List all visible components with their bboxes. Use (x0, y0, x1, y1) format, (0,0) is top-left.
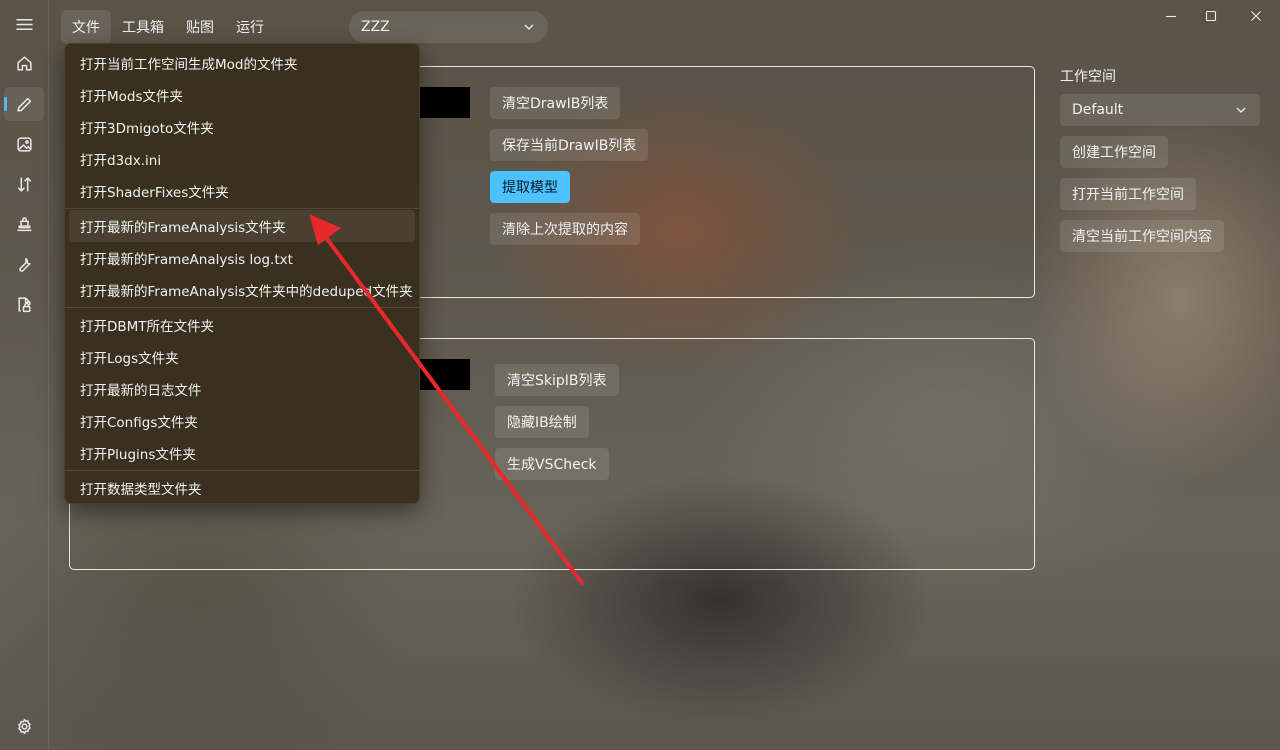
workspace-select[interactable]: Default (1060, 94, 1260, 126)
menu-file[interactable]: 文件 (61, 10, 111, 44)
nav-sort[interactable] (4, 167, 44, 201)
create-workspace-button[interactable]: 创建工作空间 (1060, 136, 1168, 168)
document-lock-icon (17, 296, 31, 312)
nav-stamp[interactable] (4, 207, 44, 241)
nav-texture[interactable] (4, 127, 44, 161)
skipib-list-box[interactable] (415, 359, 470, 390)
home-icon (16, 55, 32, 71)
menu-bar: 文件 工具箱 贴图 运行 (61, 10, 275, 44)
file-menu-dropdown: 打开当前工作空间生成Mod的文件夹 打开Mods文件夹 打开3Dmigoto文件… (64, 43, 420, 504)
nav-rail (0, 0, 49, 750)
menu-item-open-3dmigoto-folder[interactable]: 打开3Dmigoto文件夹 (69, 111, 415, 143)
clear-last-extract-button[interactable]: 清除上次提取的内容 (490, 213, 640, 245)
menu-separator (65, 208, 419, 209)
clear-workspace-button[interactable]: 清空当前工作空间内容 (1060, 220, 1224, 252)
menu-item-open-d3dx-ini[interactable]: 打开d3dx.ini (69, 143, 415, 175)
menu-item-open-logs-folder[interactable]: 打开Logs文件夹 (69, 341, 415, 373)
nav-tools[interactable] (4, 247, 44, 281)
menu-separator (65, 470, 419, 471)
workspace-label: 工作空间 (1060, 69, 1116, 85)
sort-icon (17, 176, 31, 192)
nav-protect[interactable] (4, 287, 44, 321)
menu-item-open-workspace-mod-folder[interactable]: 打开当前工作空间生成Mod的文件夹 (69, 47, 415, 79)
maximize-icon (1205, 10, 1217, 22)
extract-model-button[interactable]: 提取模型 (490, 171, 570, 203)
clear-drawib-button[interactable]: 清空DrawIB列表 (490, 87, 621, 119)
menu-run[interactable]: 运行 (225, 10, 275, 44)
menu-item-open-configs-folder[interactable]: 打开Configs文件夹 (69, 405, 415, 437)
chevron-down-icon (1235, 104, 1247, 120)
menu-item-open-latest-frameanalysis-log[interactable]: 打开最新的FrameAnalysis log.txt (69, 242, 415, 274)
pencil-icon (16, 97, 31, 112)
menu-item-open-latest-deduped-folder[interactable]: 打开最新的FrameAnalysis文件夹中的deduped文件夹 (69, 274, 415, 306)
gear-icon (17, 718, 31, 734)
menu-toggle-button[interactable] (4, 7, 44, 41)
menu-item-open-shaderfixes-folder[interactable]: 打开ShaderFixes文件夹 (69, 175, 415, 207)
maximize-button[interactable] (1188, 0, 1234, 32)
open-workspace-button[interactable]: 打开当前工作空间 (1060, 178, 1196, 210)
drawib-list-box[interactable] (415, 87, 470, 118)
chevron-down-icon (523, 21, 535, 37)
menu-toolbox[interactable]: 工具箱 (111, 10, 175, 44)
menu-item-open-latest-frameanalysis-folder[interactable]: 打开最新的FrameAnalysis文件夹 (69, 210, 415, 242)
nav-edit[interactable] (4, 87, 44, 121)
save-drawib-button[interactable]: 保存当前DrawIB列表 (490, 129, 649, 161)
stamp-icon (16, 216, 32, 231)
nav-home[interactable] (4, 46, 44, 80)
hide-ib-draw-button[interactable]: 隐藏IB绘制 (495, 406, 589, 438)
clear-skipib-button[interactable]: 清空SkipIB列表 (495, 364, 619, 396)
generate-vscheck-button[interactable]: 生成VSCheck (495, 448, 609, 480)
close-button[interactable] (1233, 0, 1279, 32)
game-select[interactable]: ZZZ (349, 11, 548, 43)
menu-item-open-dbmt-folder[interactable]: 打开DBMT所在文件夹 (69, 309, 415, 341)
wrench-icon (18, 257, 31, 272)
close-icon (1251, 11, 1261, 21)
workspace-select-value: Default (1072, 102, 1124, 118)
nav-settings[interactable] (4, 709, 44, 743)
game-select-value: ZZZ (361, 19, 390, 35)
menu-item-open-plugins-folder[interactable]: 打开Plugins文件夹 (69, 437, 415, 469)
menu-item-open-data-types-folder[interactable]: 打开数据类型文件夹 (69, 472, 415, 504)
image-icon (16, 136, 32, 152)
menu-item-open-mods-folder[interactable]: 打开Mods文件夹 (69, 79, 415, 111)
menu-texture[interactable]: 贴图 (175, 10, 225, 44)
hamburger-icon (15, 18, 33, 30)
menu-separator (65, 307, 419, 308)
menu-item-open-latest-log-file[interactable]: 打开最新的日志文件 (69, 373, 415, 405)
minimize-icon (1166, 15, 1176, 18)
